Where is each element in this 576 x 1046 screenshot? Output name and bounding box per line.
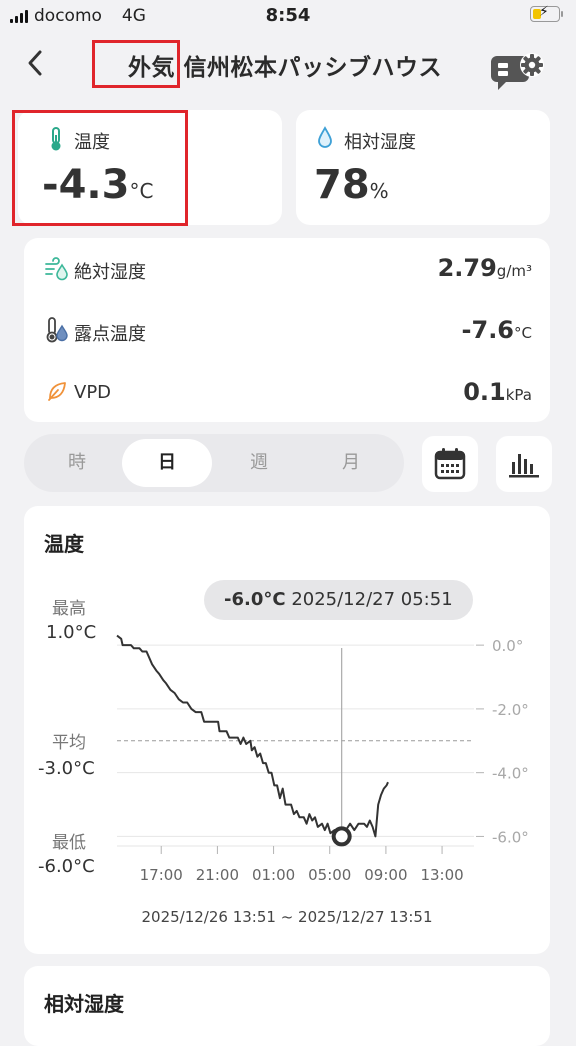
x-tick-label: 05:00 xyxy=(308,866,351,884)
chart-type-button[interactable] xyxy=(496,436,552,492)
y-tick-label: -4.0° xyxy=(492,765,529,783)
metric-label: 露点温度 xyxy=(74,324,146,345)
x-tick-label: 13:00 xyxy=(420,866,463,884)
humidity-label: 相対湿度 xyxy=(344,132,416,153)
dewpoint-thermometer-icon xyxy=(46,317,68,343)
tab-hour[interactable]: 時 xyxy=(32,434,122,492)
x-tick-label: 21:00 xyxy=(196,866,239,884)
back-button[interactable] xyxy=(24,46,54,82)
metric-unit: g/m³ xyxy=(496,262,532,280)
metric-unit: °C xyxy=(514,324,532,342)
metrics-card: 絶対湿度 2.79g/m³ 露点温度 -7.6°C VPD 0.1kPa xyxy=(24,238,550,422)
metric-row-vpd[interactable]: VPD 0.1kPa xyxy=(24,362,550,422)
metric-unit: kPa xyxy=(505,386,532,404)
metric-row-dew-point[interactable]: 露点温度 -7.6°C xyxy=(24,300,550,362)
clock: 8:54 xyxy=(265,5,311,26)
y-tick-label: -2.0° xyxy=(492,701,529,719)
highlight-box-temperature xyxy=(12,110,188,226)
metric-number: 2.79 xyxy=(437,254,497,282)
y-tick-label: -6.0° xyxy=(492,828,529,846)
wind-drop-icon xyxy=(45,257,68,281)
bar-chart-icon xyxy=(509,454,539,478)
highlight-box-title xyxy=(92,40,180,88)
metric-label: VPD xyxy=(74,382,112,403)
metric-number: 0.1 xyxy=(463,378,506,406)
temperature-series-line xyxy=(116,634,389,838)
x-tick-label: 09:00 xyxy=(364,866,407,884)
metric-value: 0.1kPa xyxy=(463,378,532,406)
humidity-unit: % xyxy=(369,179,389,203)
tab-month[interactable]: 月 xyxy=(306,434,396,492)
chart-title: 相対湿度 xyxy=(44,992,124,1016)
metric-number: -7.6 xyxy=(461,316,515,344)
humidity-chart-card: 相対湿度 xyxy=(24,966,550,1046)
calendar-button[interactable] xyxy=(422,436,478,492)
y-tick-label: 0.0° xyxy=(492,637,523,655)
x-tick-label: 17:00 xyxy=(140,866,183,884)
calendar-icon xyxy=(434,448,466,480)
cursor-point xyxy=(331,826,352,847)
temperature-chart-card: 温度 -6.0°C 2025/12/27 05:51 最高 1.0°C 平均 -… xyxy=(24,506,550,954)
tab-day[interactable]: 日 xyxy=(122,439,212,487)
tab-week[interactable]: 週 xyxy=(214,434,304,492)
metric-value: 2.79g/m³ xyxy=(438,254,532,282)
metric-label: 絶対湿度 xyxy=(74,262,146,283)
metric-row-absolute-humidity[interactable]: 絶対湿度 2.79g/m³ xyxy=(24,238,550,300)
title-main: 信州松本パッシブハウス xyxy=(183,55,443,81)
device-settings-gear-icon xyxy=(491,53,544,90)
humidity-value: 78 xyxy=(314,162,370,208)
chevron-left-icon xyxy=(28,50,42,76)
temperature-line-chart[interactable]: 0.0° -2.0° -4.0° -6.0° 17:00 21:00 01:00 05:00 0… xyxy=(24,506,550,954)
date-range: 2025/12/26 13:51 ~ 2025/12/27 13:51 xyxy=(141,908,433,926)
leaf-icon xyxy=(48,382,66,401)
period-selector: 時 日 週 月 xyxy=(24,434,404,492)
humidity-card[interactable]: 相対湿度 78% xyxy=(296,110,550,225)
battery-icon: ⚡ xyxy=(530,4,563,22)
device-settings-button[interactable] xyxy=(490,46,548,96)
humidity-reading: 78% xyxy=(314,162,389,208)
status-bar: docomo 4G 8:54 ⚡ xyxy=(0,0,576,32)
metric-value: -7.6°C xyxy=(462,316,532,344)
water-drop-icon xyxy=(318,126,332,148)
x-tick-label: 01:00 xyxy=(252,866,295,884)
